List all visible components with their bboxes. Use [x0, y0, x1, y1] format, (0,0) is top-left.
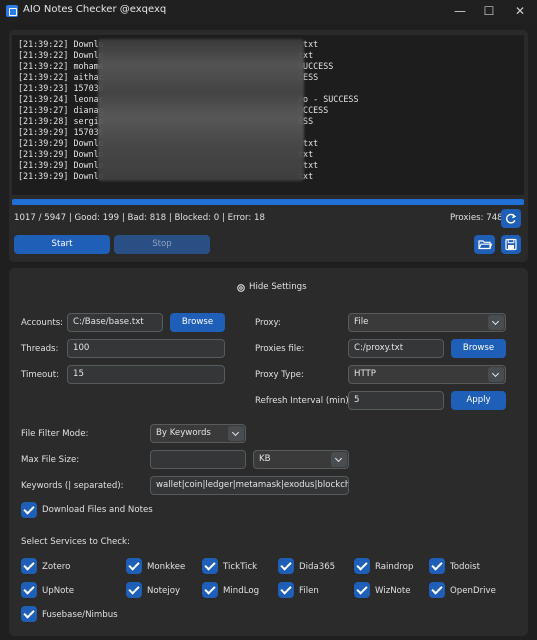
service-checkbox[interactable] [126, 558, 142, 574]
log-line-tail: ro - SUCCESS [298, 94, 359, 104]
keywords-field[interactable]: wallet|coin|ledger|metamask|exodus|block… [150, 476, 349, 495]
proxies-count: Proxies: 748 [450, 213, 503, 223]
service-label: Todoist [450, 562, 480, 572]
refresh-interval-field[interactable]: 5 [348, 391, 444, 410]
log-line: [21:39:22] Downlo [18, 39, 104, 49]
threads-label: Threads: [21, 344, 59, 354]
window-title: AIO Notes Checker @exqexq [23, 4, 167, 15]
minimize-button[interactable]: — [445, 2, 475, 20]
max-size-label: Max File Size: [21, 455, 80, 465]
max-size-field[interactable] [150, 450, 246, 469]
log-line: [21:39:28] sergip [18, 116, 104, 126]
service-label: Monkkee [147, 562, 186, 572]
save-icon [505, 238, 517, 251]
service-label: WizNote [375, 586, 411, 596]
log-line: [21:39:22] aithac [18, 72, 104, 82]
service-checkbox[interactable] [354, 558, 370, 574]
proxy-mode-value: File [354, 317, 369, 327]
service-label: TickTick [223, 562, 258, 572]
services-label: Select Services to Check: [21, 537, 130, 547]
service-checkbox[interactable] [21, 558, 37, 574]
proxies-browse-button[interactable]: Browse [451, 339, 506, 358]
service-checkbox[interactable] [354, 582, 370, 598]
gear-icon [237, 284, 245, 292]
timeout-field[interactable]: 15 [67, 365, 225, 384]
log-line: [21:39:29] Downlo [18, 138, 104, 148]
log-line: [21:39:29] Downlo [18, 171, 104, 181]
filter-mode-label: File Filter Mode: [21, 429, 89, 439]
save-button[interactable] [501, 235, 521, 254]
log-line: [21:39:22] Downlo [18, 50, 104, 60]
stats-text: 1017 / 5947 | Good: 199 | Bad: 818 | Blo… [14, 213, 265, 223]
proxies-file-field[interactable]: C:/proxy.txt [348, 339, 444, 358]
filter-mode-value: By Keywords [156, 428, 211, 438]
service-checkbox[interactable] [21, 606, 37, 622]
size-unit-value: KB [259, 454, 271, 464]
service-checkbox[interactable] [21, 582, 37, 598]
accounts-field[interactable]: C:/Base/base.txt [67, 313, 163, 332]
close-button[interactable]: ✕ [505, 2, 535, 20]
proxy-label: Proxy: [255, 318, 281, 328]
hide-settings-label: Hide Settings [249, 282, 307, 292]
refresh-interval-label: Refresh Interval (min): [255, 396, 352, 406]
app-window: AIO Notes Checker @exqexq — ☐ ✕ [21:39:2… [0, 0, 537, 640]
log-line: [21:39:22] mohame [18, 61, 104, 71]
service-label: Fusebase/Nimbus [42, 610, 118, 620]
service-label: Zotero [42, 562, 71, 572]
download-files-label: Download Files and Notes [42, 505, 153, 515]
folder-icon [478, 240, 493, 250]
filter-mode-select[interactable]: By Keywords [150, 424, 246, 443]
proxy-mode-select[interactable]: File [348, 313, 506, 332]
service-label: OpenDrive [450, 586, 496, 596]
progress-bar [12, 199, 524, 205]
log-line: [21:39:27] dianag [18, 105, 104, 115]
service-label: UpNote [42, 586, 75, 596]
proxy-type-label: Proxy Type: [255, 370, 304, 380]
log-line: [21:39:29] Downlo [18, 160, 104, 170]
chevron-down-icon [228, 426, 244, 441]
service-label: Dida365 [299, 562, 336, 572]
proxies-file-label: Proxies file: [255, 344, 305, 354]
timeout-label: Timeout: [21, 370, 60, 380]
chevron-down-icon [331, 452, 347, 467]
service-label: Notejoy [147, 586, 181, 596]
service-checkbox[interactable] [202, 582, 218, 598]
refresh-icon [506, 213, 517, 224]
service-checkbox[interactable] [278, 582, 294, 598]
proxy-type-value: HTTP [354, 369, 376, 379]
maximize-button[interactable]: ☐ [474, 2, 504, 20]
refresh-proxies-button[interactable] [501, 209, 521, 228]
service-label: Filen [299, 586, 319, 596]
stop-button[interactable]: Stop [114, 235, 210, 254]
service-checkbox[interactable] [126, 582, 142, 598]
chevron-down-icon [488, 367, 504, 382]
log-line: [21:39:23] 157036 [18, 83, 104, 93]
service-label: MindLog [223, 586, 260, 596]
keywords-label: Keywords (| separated): [21, 481, 124, 491]
threads-field[interactable]: 100 [67, 339, 225, 358]
service-checkbox[interactable] [429, 558, 445, 574]
app-icon [6, 5, 18, 17]
accounts-label: Accounts: [21, 318, 64, 328]
apply-button[interactable]: Apply [451, 391, 506, 410]
download-files-checkbox[interactable] [21, 502, 37, 518]
service-label: Raindrop [375, 562, 414, 572]
service-checkbox[interactable] [202, 558, 218, 574]
service-checkbox[interactable] [278, 558, 294, 574]
log-line: [21:39:29] Downlo [18, 149, 104, 159]
start-button[interactable]: Start [14, 235, 110, 254]
service-checkbox[interactable] [429, 582, 445, 598]
proxy-type-select[interactable]: HTTP [348, 365, 506, 384]
open-folder-button[interactable] [474, 235, 495, 254]
log-line: [21:39:24] leonar [18, 94, 104, 104]
redaction-blur [98, 39, 304, 181]
progress-fill [12, 199, 524, 205]
title-bar: AIO Notes Checker @exqexq — ☐ ✕ [0, 0, 537, 22]
size-unit-select[interactable]: KB [253, 450, 349, 469]
log-line: [21:39:29] 157036 [18, 127, 104, 137]
chevron-down-icon [488, 315, 504, 330]
accounts-browse-button[interactable]: Browse [170, 313, 225, 332]
